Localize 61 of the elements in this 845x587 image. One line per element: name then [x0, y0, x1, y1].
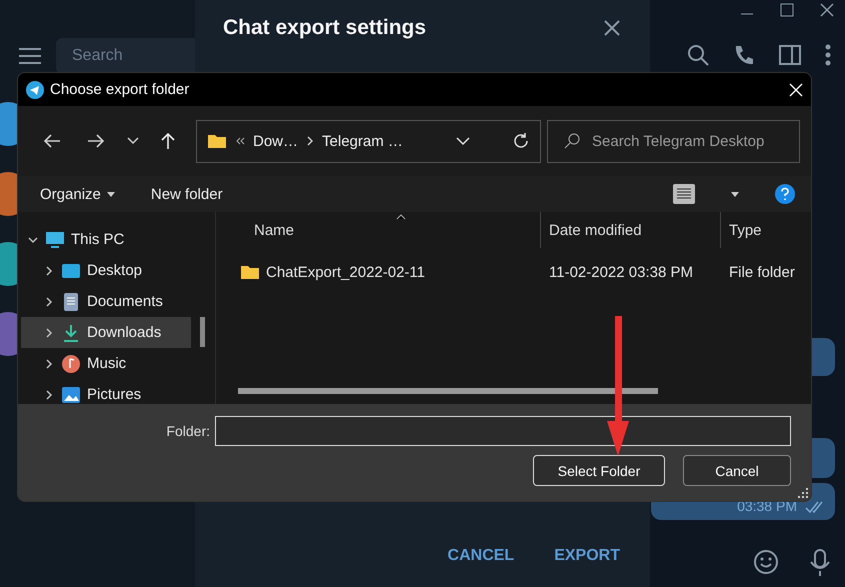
tree-item[interactable]: Music [21, 348, 191, 379]
up-arrow-icon[interactable] [160, 132, 176, 150]
emoji-icon[interactable] [753, 549, 779, 575]
microphone-icon[interactable] [809, 549, 831, 577]
toolbar-button[interactable]: Organize [40, 186, 115, 202]
more-icon[interactable] [825, 44, 831, 66]
file-name: ChatExport_2022-02-11 [266, 264, 425, 280]
forward-arrow-icon[interactable] [87, 133, 105, 149]
breadcrumb-chevron-icon [306, 136, 314, 146]
folder-icon [240, 264, 260, 280]
date-modified: 11-02-2022 03:38 PM [549, 264, 693, 280]
search-field[interactable]: Search Telegram Desktop [547, 120, 800, 162]
dropdown-icon[interactable] [731, 192, 739, 196]
scrollbar-thumb[interactable] [238, 388, 658, 394]
document-icon [61, 292, 81, 312]
maximize-icon[interactable] [779, 2, 795, 18]
tree-item[interactable]: Documents [21, 286, 191, 317]
dropdown-icon[interactable] [127, 137, 139, 145]
resize-grip-icon [798, 488, 808, 498]
breadcrumb-item[interactable]: Telegram … [322, 132, 403, 150]
dialog-button[interactable]: CANCEL [448, 547, 514, 565]
help-icon[interactable] [775, 184, 795, 204]
app-icon [26, 80, 44, 98]
menu-icon[interactable] [18, 46, 42, 66]
folder-field[interactable] [215, 416, 791, 446]
dropdown-icon[interactable] [456, 136, 470, 146]
computer-icon [45, 230, 65, 250]
download-icon [61, 322, 81, 342]
back-arrow-icon[interactable] [43, 133, 61, 149]
scrollbar-thumb[interactable] [200, 317, 205, 347]
column-header[interactable]: Date modified [540, 212, 720, 248]
music-icon [61, 354, 81, 374]
view-list-icon[interactable] [673, 184, 695, 204]
column-header[interactable]: Type [720, 212, 800, 248]
sidebar-icon[interactable] [779, 44, 801, 66]
dialog-button[interactable]: EXPORT [554, 547, 620, 565]
address-bar[interactable]: Dow… Telegram … [196, 120, 541, 162]
pictures-icon [61, 384, 81, 404]
file-row[interactable]: ChatExport_2022-02-11 11-02-2022 03:38 PM File folder [238, 248, 811, 296]
folder-icon [207, 133, 227, 149]
toolbar-button[interactable]: New folder [150, 186, 223, 202]
tree-item[interactable]: Pictures [21, 379, 191, 404]
dialog-button[interactable]: Cancel [683, 455, 791, 486]
search-icon[interactable] [687, 44, 709, 66]
close-icon[interactable] [819, 2, 835, 18]
field-label: Folder: [166, 423, 210, 439]
tree-item[interactable]: Downloads [21, 317, 191, 348]
search-icon [564, 133, 580, 149]
tree-item[interactable]: Desktop [21, 255, 191, 286]
phone-icon[interactable] [733, 44, 755, 66]
column-header[interactable]: Name [238, 212, 540, 248]
dialog-button[interactable]: Select Folder [533, 455, 665, 486]
tree-item[interactable]: This PC [21, 224, 191, 255]
overflow-chevron-icon [235, 136, 245, 146]
refresh-icon[interactable] [512, 132, 530, 150]
dialog-title: Chat export settings [223, 16, 426, 40]
file-type: File folder [729, 264, 795, 280]
caret-icon [106, 192, 115, 196]
window-title: Choose export folder [50, 81, 190, 98]
breadcrumb-item[interactable]: Dow… [253, 132, 298, 150]
sort-caret-icon [396, 214, 406, 220]
